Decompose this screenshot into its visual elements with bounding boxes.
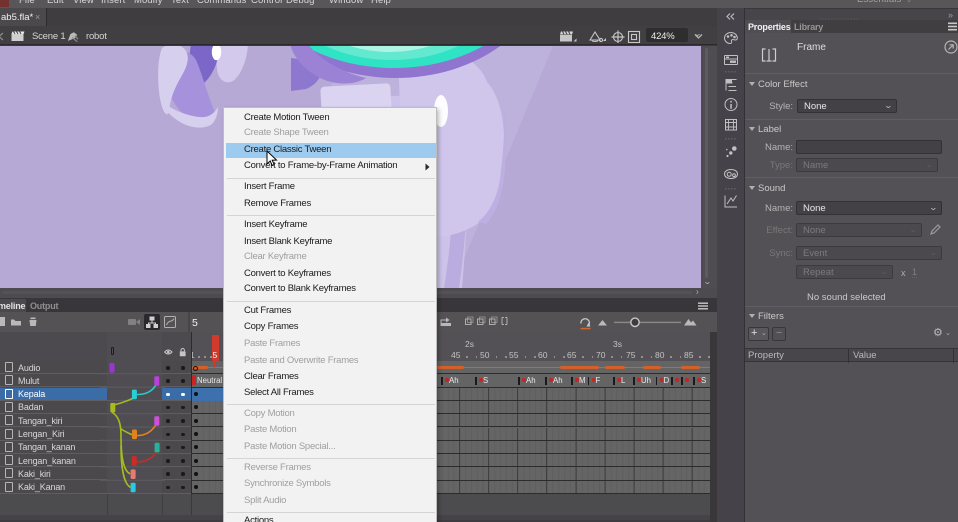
svg-text:5: 5 xyxy=(192,317,198,329)
